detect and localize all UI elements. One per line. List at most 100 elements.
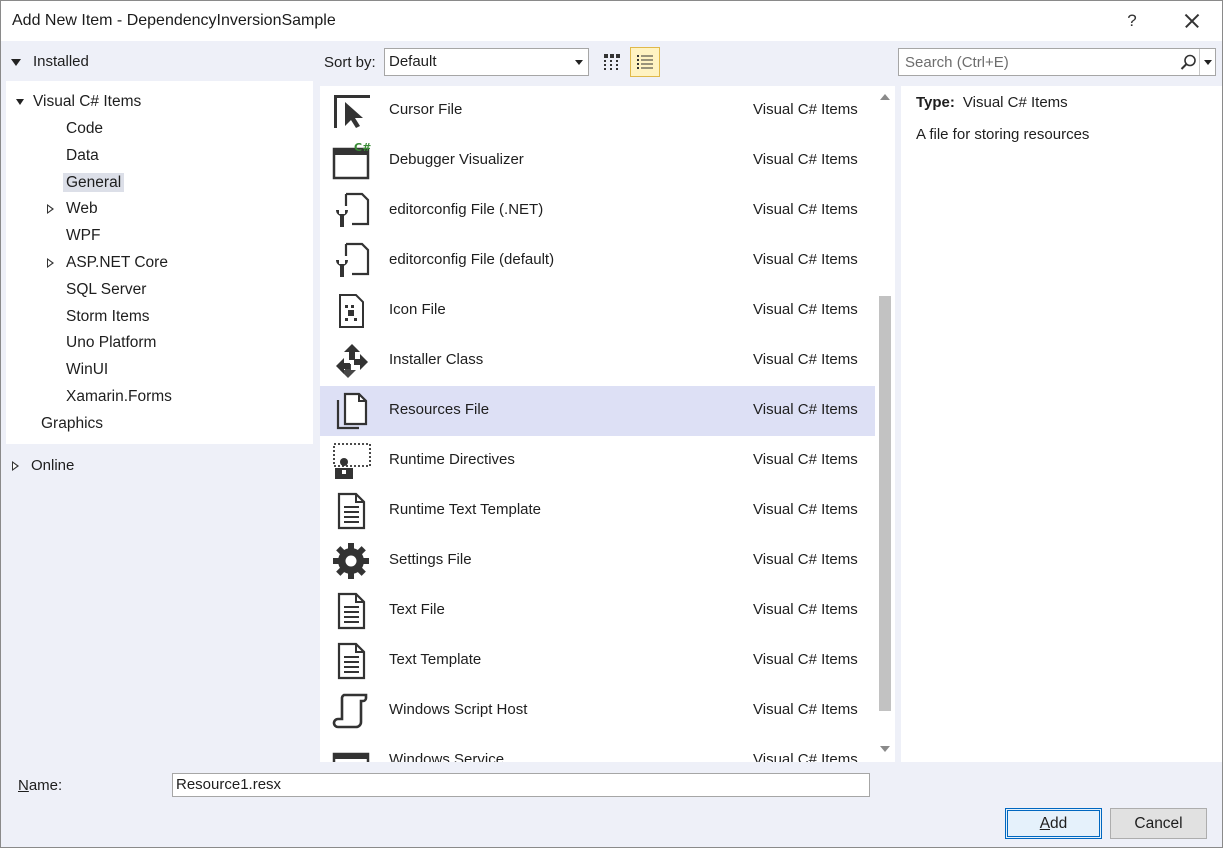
editorconfig-icon: [336, 242, 370, 277]
title-bar: Add New Item - DependencyInversionSample…: [1, 1, 1222, 41]
search-box[interactable]: Search (Ctrl+E): [898, 48, 1216, 76]
tree-item-storm-items[interactable]: Storm Items: [66, 305, 150, 329]
tree-item-code[interactable]: Code: [66, 117, 103, 141]
item-category: Visual C# Items: [753, 651, 858, 668]
cancel-button[interactable]: Cancel: [1110, 808, 1207, 839]
scroll-up-arrow-icon[interactable]: [880, 94, 890, 100]
list-view-button[interactable]: [630, 47, 660, 77]
tree-item-uno-platform[interactable]: Uno Platform: [66, 331, 156, 355]
list-item[interactable]: Windows Script Host Visual C# Items: [320, 686, 875, 736]
add-mnemonic: A: [1039, 815, 1051, 832]
tree-item-graphics[interactable]: Graphics: [41, 412, 103, 436]
item-name: Debugger Visualizer: [389, 151, 524, 168]
item-name: Installer Class: [389, 351, 484, 368]
item-name: Runtime Text Template: [389, 501, 542, 518]
item-name: Settings File: [389, 551, 472, 568]
list-item[interactable]: C# Debugger Visualizer Visual C# Items: [320, 136, 875, 186]
scrollbar-thumb[interactable]: [879, 296, 891, 711]
list-item[interactable]: editorconfig File (default) Visual C# It…: [320, 236, 875, 286]
item-name: Cursor File: [389, 101, 463, 118]
tree-item-visual-csharp-items[interactable]: Visual C# Items: [16, 90, 141, 114]
search-icon: [1180, 54, 1196, 70]
svg-text:C#: C#: [354, 142, 371, 154]
runtime-directives-icon: [333, 443, 371, 479]
text-file-icon: [337, 592, 366, 630]
tree-item-sql-server[interactable]: SQL Server: [66, 278, 146, 302]
installed-header[interactable]: Installed: [11, 51, 89, 73]
template-list: Cursor File Visual C# Items C# Debugger …: [320, 86, 875, 762]
tree-item-general[interactable]: General: [63, 171, 125, 195]
item-category: Visual C# Items: [753, 601, 858, 618]
add-text: dd: [1050, 815, 1068, 832]
list-item[interactable]: Runtime Directives Visual C# Items: [320, 436, 875, 486]
item-name: Windows Service: [389, 751, 505, 762]
tree-item-xamarin-forms[interactable]: Xamarin.Forms: [66, 385, 172, 409]
add-new-item-dialog: Add New Item - DependencyInversionSample…: [0, 0, 1223, 848]
item-category: Visual C# Items: [753, 251, 858, 268]
sort-by-dropdown[interactable]: Default: [384, 48, 589, 76]
item-category: Visual C# Items: [753, 551, 858, 568]
tree-item-aspnet-core[interactable]: ASP.NET Core: [47, 251, 168, 275]
list-scrollbar[interactable]: [875, 86, 895, 762]
item-name: Windows Script Host: [389, 701, 528, 718]
add-button[interactable]: Add: [1005, 808, 1102, 839]
collapsed-triangle-icon: [47, 203, 54, 214]
tree-item-label: Uno Platform: [66, 334, 157, 351]
online-label: Online: [31, 457, 75, 474]
tree-item-label: Graphics: [41, 415, 104, 432]
tree-item-winui[interactable]: WinUI: [66, 358, 108, 382]
list-item[interactable]: Settings File Visual C# Items: [320, 536, 875, 586]
tree-item-label: Data: [66, 147, 99, 164]
list-item[interactable]: Text File Visual C# Items: [320, 586, 875, 636]
search-options-dropdown[interactable]: [1199, 49, 1216, 75]
text-template-icon: [337, 642, 366, 680]
chevron-down-icon: [575, 60, 583, 65]
type-label: Type:: [916, 94, 955, 111]
item-category: Visual C# Items: [753, 151, 858, 168]
expanded-triangle-icon: [16, 98, 24, 105]
item-name: editorconfig File (default): [389, 251, 555, 268]
list-item[interactable]: Icon File Visual C# Items: [320, 286, 875, 336]
item-category: Visual C# Items: [753, 701, 858, 718]
text-template-icon: [337, 492, 366, 530]
item-description: A file for storing resources: [916, 126, 1090, 143]
list-item[interactable]: editorconfig File (.NET) Visual C# Items: [320, 186, 875, 236]
icon-file-icon: [339, 294, 364, 328]
windows-service-icon: [332, 752, 370, 762]
tree-item-label: WPF: [66, 227, 101, 244]
list-item[interactable]: Runtime Text Template Visual C# Items: [320, 486, 875, 536]
type-line: Type: Visual C# Items: [916, 94, 1068, 111]
name-input[interactable]: Resource1.resx: [172, 773, 870, 797]
script-scroll-icon: [332, 693, 368, 729]
list-item[interactable]: Windows Service Visual C# Items: [320, 736, 875, 762]
list-view-icon: [637, 55, 653, 69]
item-name: Resources File: [389, 401, 490, 418]
type-value: Visual C# Items: [962, 94, 1068, 111]
collapsed-triangle-icon: [47, 257, 54, 268]
tree-item-data[interactable]: Data: [66, 144, 99, 168]
small-icons-view-button[interactable]: [597, 47, 627, 77]
collapsed-triangle-icon: [12, 461, 19, 472]
installer-class-icon: [336, 344, 368, 378]
sort-by-value: Default: [389, 53, 437, 70]
close-button[interactable]: [1177, 7, 1207, 35]
list-item[interactable]: Installer Class Visual C# Items: [320, 336, 875, 386]
tree-item-wpf[interactable]: WPF: [66, 224, 100, 248]
tree-item-label: Code: [66, 120, 104, 137]
list-item-selected[interactable]: Resources File Visual C# Items: [320, 386, 875, 436]
editorconfig-icon: [336, 192, 370, 227]
scroll-down-arrow-icon[interactable]: [880, 746, 890, 752]
list-item[interactable]: Text Template Visual C# Items: [320, 636, 875, 686]
online-header[interactable]: Online: [12, 455, 74, 477]
item-category: Visual C# Items: [753, 401, 858, 418]
cursor-file-icon: [334, 95, 370, 128]
tree-item-label: WinUI: [66, 361, 109, 378]
add-button-label: Add: [1007, 810, 1100, 837]
debugger-visualizer-icon: C#: [332, 142, 371, 180]
tree-item-web[interactable]: Web: [47, 197, 98, 221]
list-item[interactable]: Cursor File Visual C# Items: [320, 86, 875, 136]
help-button[interactable]: ?: [1118, 7, 1146, 35]
sort-by-label: Sort by:: [324, 54, 376, 71]
item-category: Visual C# Items: [753, 501, 858, 518]
item-name: Text File: [389, 601, 445, 618]
